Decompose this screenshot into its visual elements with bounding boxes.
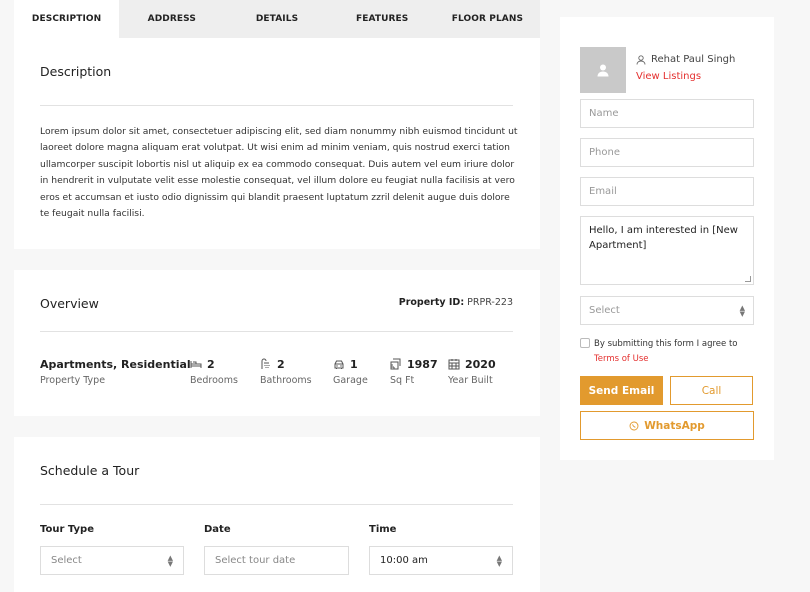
email-field[interactable]: Email xyxy=(580,177,754,206)
property-type-label: Property Type xyxy=(40,375,106,386)
whatsapp-button[interactable]: WhatsApp xyxy=(580,411,754,440)
tab-address[interactable]: ADDRESS xyxy=(119,0,224,38)
person-icon xyxy=(636,54,646,65)
terms-statement: By submitting this form I agree to xyxy=(594,339,738,349)
resize-handle[interactable] xyxy=(745,276,751,282)
garage-label: Garage xyxy=(333,375,368,386)
name-field[interactable]: Name xyxy=(580,99,754,128)
bathrooms-label: Bathrooms xyxy=(260,375,312,386)
tour-time-select[interactable]: 10:00 am ▲ ▼ xyxy=(369,546,513,575)
overview-card: Overview Property ID: PRPR-223 Apartment… xyxy=(14,270,540,416)
ruler-icon xyxy=(390,358,401,370)
bed-icon xyxy=(190,361,202,368)
agent-contact-sidebar: Rehat Paul Singh View Listings Name Phon… xyxy=(560,17,774,460)
date-label: Date xyxy=(204,524,231,535)
agent-name: Rehat Paul Singh xyxy=(636,54,735,65)
shower-icon xyxy=(261,358,270,369)
overview-title: Overview xyxy=(40,296,99,311)
message-text: Hello, I am interested in [New Apartment… xyxy=(589,225,738,251)
property-id: Property ID: PRPR-223 xyxy=(399,297,513,308)
overview-size: 1987 Sq Ft xyxy=(390,356,438,387)
size-value: 1987 xyxy=(407,357,438,371)
description-text: Lorem ipsum dolor sit amet, consectetuer… xyxy=(40,126,518,220)
view-listings-link[interactable]: View Listings xyxy=(636,71,701,82)
select-value: Select xyxy=(589,305,620,316)
whatsapp-label: WhatsApp xyxy=(644,419,705,432)
time-label: Time xyxy=(369,524,397,535)
call-button[interactable]: Call xyxy=(670,376,753,405)
description-title: Description xyxy=(40,64,112,79)
overview-bedrooms: 2 Bedrooms xyxy=(190,356,238,387)
phone-field[interactable]: Phone xyxy=(580,138,754,167)
email-placeholder: Email xyxy=(589,186,617,197)
tab-features[interactable]: FEATURES xyxy=(330,0,435,38)
schedule-tour-card: Schedule a Tour Tour Type Select ▲ ▼ Date… xyxy=(14,437,540,592)
calendar-icon xyxy=(448,359,460,370)
year-label: Year Built xyxy=(448,375,493,386)
tour-type-value: Select xyxy=(51,555,82,566)
user-icon xyxy=(597,64,609,77)
garage-value: 1 xyxy=(350,357,358,371)
tab-description[interactable]: DESCRIPTION xyxy=(14,0,120,38)
tour-time-value: 10:00 am xyxy=(380,555,428,566)
property-type-value: Apartments, Residential xyxy=(40,357,191,371)
bathrooms-value: 2 xyxy=(277,357,285,371)
send-email-button[interactable]: Send Email xyxy=(580,376,663,405)
terms-checkbox[interactable] xyxy=(580,338,590,348)
divider xyxy=(40,105,513,106)
car-icon xyxy=(334,360,344,369)
divider xyxy=(40,331,513,332)
select-arrows-icon: ▲ ▼ xyxy=(496,553,502,568)
tour-date-placeholder: Select tour date xyxy=(215,555,296,566)
size-label: Sq Ft xyxy=(390,375,415,386)
property-id-label: Property ID: xyxy=(398,297,465,308)
message-textarea[interactable]: Hello, I am interested in [New Apartment… xyxy=(580,216,754,285)
overview-garage: 1 Garage xyxy=(333,356,368,387)
tour-type-select[interactable]: Select ▲ ▼ xyxy=(40,546,184,575)
user-type-select[interactable]: Select ▲ ▼ xyxy=(580,296,754,325)
whatsapp-icon xyxy=(629,421,639,430)
overview-bathrooms: 2 Bathrooms xyxy=(260,356,312,387)
property-id-value: PRPR-223 xyxy=(467,297,513,308)
divider xyxy=(40,504,513,505)
avatar xyxy=(580,47,626,93)
select-arrows-icon: ▲ ▼ xyxy=(167,553,173,568)
overview-year-built: 2020 Year Built xyxy=(448,356,496,387)
terms-text: By submitting this form I agree to Terms… xyxy=(594,337,737,367)
tab-floor-plans[interactable]: FLOOR PLANS xyxy=(435,0,540,38)
overview-property-type: Apartments, Residential Property Type xyxy=(40,356,191,387)
name-placeholder: Name xyxy=(589,108,619,119)
tour-date-input[interactable]: Select tour date xyxy=(204,546,349,575)
tab-details[interactable]: DETAILS xyxy=(224,0,329,38)
bedrooms-value: 2 xyxy=(207,357,215,371)
select-arrows-icon: ▲ ▼ xyxy=(739,303,745,318)
phone-placeholder: Phone xyxy=(589,147,620,158)
agent-name-text: Rehat Paul Singh xyxy=(651,54,736,65)
property-tabs: DESCRIPTION ADDRESS DETAILS FEATURES FLO… xyxy=(14,0,540,38)
terms-of-use-link[interactable]: Terms of Use xyxy=(594,354,649,364)
bedrooms-label: Bedrooms xyxy=(190,375,238,386)
description-card: Description Lorem ipsum dolor sit amet, … xyxy=(14,38,540,249)
tour-type-label: Tour Type xyxy=(40,524,94,535)
schedule-tour-title: Schedule a Tour xyxy=(40,463,140,478)
year-value: 2020 xyxy=(465,357,496,371)
